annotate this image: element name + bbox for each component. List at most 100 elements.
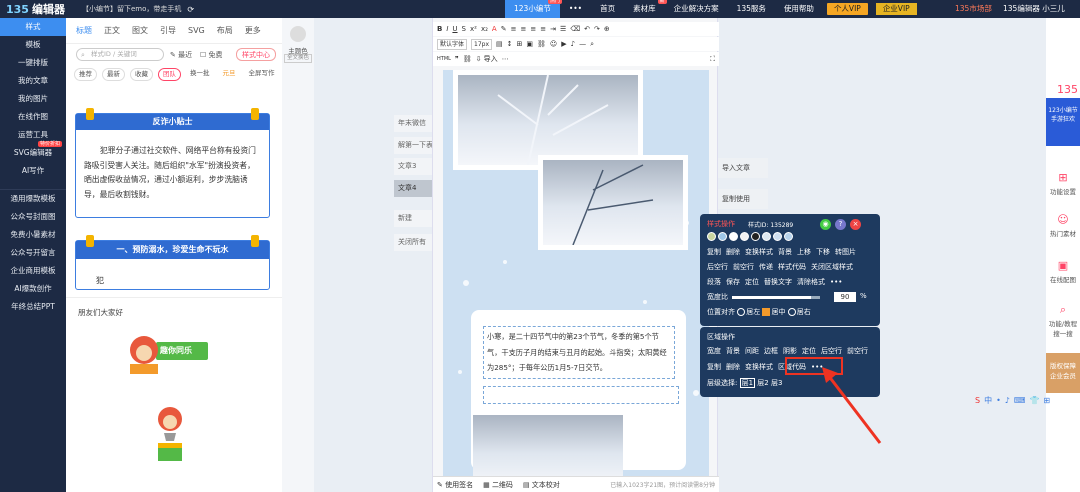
style-tab[interactable]: 更多 [239, 25, 267, 36]
sidebar-item[interactable]: 模板 [0, 36, 66, 54]
sidebar-item[interactable]: 样式 [0, 18, 66, 36]
italic-icon[interactable]: I [446, 25, 448, 33]
strike-icon[interactable]: S [462, 25, 466, 33]
enterprise-vip-box[interactable]: 版权保障 企业会员 [1046, 353, 1080, 393]
swatch[interactable] [773, 232, 782, 241]
popover-action[interactable]: 段落 [707, 278, 721, 286]
popover-action[interactable]: 背景 [778, 248, 792, 256]
article-tab[interactable]: 关闭所有 [394, 234, 434, 251]
more-icon[interactable]: ⋯ [502, 55, 509, 63]
ime-key[interactable]: ⌨ [1014, 396, 1026, 405]
sidebar-item[interactable]: 年终总结PPT [0, 298, 66, 316]
sidebar-item[interactable]: AI写作 [0, 162, 66, 180]
topnav-item[interactable]: 企业解决方案 [665, 0, 728, 18]
editor-canvas[interactable]: 小寒，是二十四节气中的第23个节气，冬季的第5个节气，干支历子月的结束与丑月的起… [443, 70, 709, 478]
signature-button[interactable]: ✎ 使用签名 [437, 480, 473, 490]
popover-action[interactable]: 前空行 [847, 347, 868, 355]
user-name[interactable]: 135编辑器 小三儿 [1003, 0, 1065, 18]
align-right-icon[interactable]: ≡ [530, 25, 536, 33]
popover-action[interactable]: 边框 [764, 347, 778, 355]
ime-key[interactable]: ⊞ [1043, 396, 1050, 405]
style-tab[interactable]: 标题 [70, 25, 98, 36]
free-chip[interactable]: ☐ 免费 [200, 49, 223, 61]
article-text[interactable]: 小寒，是二十四节气中的第23个节气，冬季的第5个节气，干支历子月的结束与丑月的起… [483, 326, 675, 379]
superscript-icon[interactable]: x² [470, 25, 477, 33]
online-image-button[interactable]: ▣ 在线配图 [1046, 260, 1080, 285]
topnav-item[interactable]: ••• [560, 0, 591, 18]
width-slider[interactable] [732, 296, 820, 299]
save-pill-icon[interactable]: ◉ [820, 219, 831, 230]
popover-action[interactable]: 宽度 [707, 347, 721, 355]
recolor-all-button[interactable]: 全文换色 [284, 54, 312, 63]
line-height-icon[interactable]: ↕ [507, 40, 513, 48]
recent-chip[interactable]: ✎ 最近 [170, 49, 192, 61]
swatch[interactable] [718, 232, 727, 241]
article-tab[interactable]: 文章4 [394, 180, 434, 197]
anti-fraud-card[interactable]: 反诈小贴士 犯罪分子通过社交软件、网络平台称有投资门路吸引受害人关注。随后组织"… [75, 108, 270, 218]
align-center-icon[interactable]: ≡ [520, 25, 526, 33]
style-tab[interactable]: 布局 [211, 25, 239, 36]
ai-icon[interactable]: 135 [1046, 84, 1080, 98]
import-article-button[interactable]: 导入文章 [718, 158, 768, 178]
promo-banner[interactable]: 123小编节 手游狂欢 [1046, 98, 1080, 146]
popover-action[interactable]: 复制 [707, 363, 721, 371]
style-filter[interactable]: 元旦 [219, 68, 240, 81]
mascot-banner-style[interactable]: 趣你同乐 [118, 328, 218, 378]
popover-action[interactable]: 传递 [759, 263, 773, 271]
popover-action[interactable]: 保存 [726, 278, 740, 286]
popover-action[interactable]: 删除 [726, 248, 740, 256]
topnav-item[interactable]: 企业VIP [875, 3, 917, 15]
sidebar-item[interactable]: 公众号封面图 [0, 208, 66, 226]
align-right-radio[interactable]: 居右 [787, 308, 811, 316]
popover-action[interactable]: 变换样式 [745, 248, 773, 256]
popover-action[interactable]: 定位 [802, 347, 816, 355]
clear-icon[interactable]: ⌫ [570, 25, 580, 33]
hot-material-button[interactable]: ☺ 热门素材 [1046, 214, 1080, 239]
topnav-item[interactable]: 首页 [591, 0, 624, 18]
help-icon[interactable]: ? [835, 219, 846, 230]
align-left-icon[interactable]: ≡ [511, 25, 517, 33]
article-tab[interactable]: 年末微信 [394, 115, 434, 132]
qrcode-button[interactable]: ▦ 二维码 [483, 480, 513, 490]
align-center-radio[interactable]: 居中 [762, 308, 785, 316]
popover-action[interactable]: 变换样式 [745, 363, 773, 371]
mascot-gift-style[interactable] [150, 405, 190, 465]
popover-action[interactable]: 后空行 [821, 347, 842, 355]
copy-use-button[interactable]: 复制使用 [718, 189, 768, 209]
import-icon[interactable]: ⇩ 导入 [476, 54, 498, 64]
table-icon[interactable]: ⊞ [517, 40, 523, 48]
article-tab[interactable]: 文章3 [394, 158, 434, 175]
style-filter[interactable]: 换一批 [186, 68, 214, 81]
swatch[interactable] [762, 232, 771, 241]
zoom-icon[interactable]: ⊕ [604, 25, 610, 33]
ime-key[interactable]: ♪ [1005, 396, 1010, 405]
topnav-item[interactable]: 135服务 [728, 0, 775, 18]
style-search-input[interactable]: ⌕ 样式ID / 关键词 [76, 48, 164, 61]
popover-action[interactable]: 阴影 [783, 347, 797, 355]
style-filter[interactable]: 收藏 [130, 68, 153, 81]
sidebar-item[interactable]: 企业商用模板 [0, 262, 66, 280]
popover-action[interactable]: ••• [830, 278, 842, 286]
popover-action[interactable]: 上移 [797, 248, 811, 256]
attach-icon[interactable]: ⛓ [463, 55, 472, 63]
settings-button[interactable]: ⊞ 功能设置 [1046, 172, 1080, 197]
popover-action[interactable]: 样式代码 [778, 263, 806, 271]
underline-icon[interactable]: U [452, 25, 457, 33]
swatch[interactable] [784, 232, 793, 241]
fullscreen-icon[interactable]: ⛶ [710, 55, 715, 64]
emoji-icon[interactable]: ☺ [550, 40, 557, 48]
swatch[interactable] [740, 232, 749, 241]
layer-2[interactable]: 层2 [757, 379, 768, 387]
quote-icon[interactable]: ❞ [455, 55, 459, 63]
refresh-icon[interactable]: ⟳ [187, 5, 194, 14]
sidebar-item[interactable]: 一键排版 [0, 54, 66, 72]
undo-icon[interactable]: ↶ [584, 25, 590, 33]
sidebar-item[interactable]: 我的文章 [0, 72, 66, 90]
font-color-icon[interactable]: A [492, 25, 497, 33]
popover-action[interactable]: 背景 [726, 347, 740, 355]
style-tab[interactable]: 引导 [154, 25, 182, 36]
swatch[interactable] [707, 232, 716, 241]
divider-icon[interactable]: — [579, 40, 586, 48]
link-icon[interactable]: ⛓ [537, 40, 546, 48]
topnav-item[interactable]: 使用帮助 [775, 0, 823, 18]
